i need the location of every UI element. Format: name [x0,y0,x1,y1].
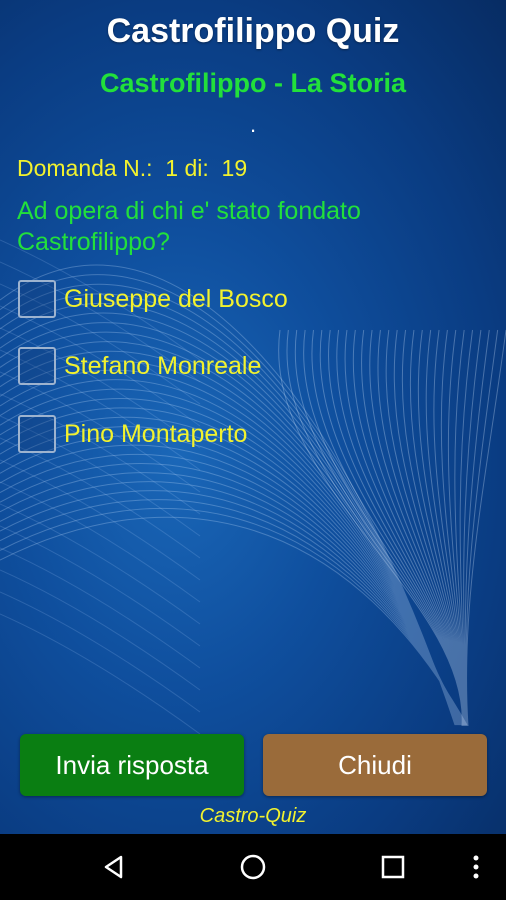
close-button[interactable]: Chiudi [263,734,487,796]
system-navigation-bar [0,834,506,900]
question-number: Domanda N.: 1 di: 19 [17,155,248,181]
answer-option-1[interactable]: Giuseppe del Bosco [18,277,288,321]
answer-option-2[interactable]: Stefano Monreale [18,344,261,388]
back-icon[interactable] [84,834,144,900]
recents-icon[interactable] [363,834,423,900]
answer-label: Stefano Monreale [64,351,262,380]
separator-dot: . [249,112,257,137]
answer-label: Pino Montaperto [64,419,248,448]
quiz-subtitle: Castrofilippo - La Storia [99,68,407,98]
answer-checkbox[interactable] [18,415,56,453]
question-text: Ad opera di chi e' stato fondato Castrof… [17,197,361,256]
send-answer-button[interactable]: Invia risposta [20,734,244,796]
answer-option-3[interactable]: Pino Montaperto [18,412,247,456]
footer-brand: Castro-Quiz [199,805,307,827]
answer-label: Giuseppe del Bosco [64,284,288,313]
answer-checkbox[interactable] [18,280,56,318]
answer-checkbox[interactable] [18,347,56,385]
app-title: Castrofilippo Quiz [106,12,400,50]
home-icon[interactable] [223,834,283,900]
more-icon[interactable] [448,834,504,900]
